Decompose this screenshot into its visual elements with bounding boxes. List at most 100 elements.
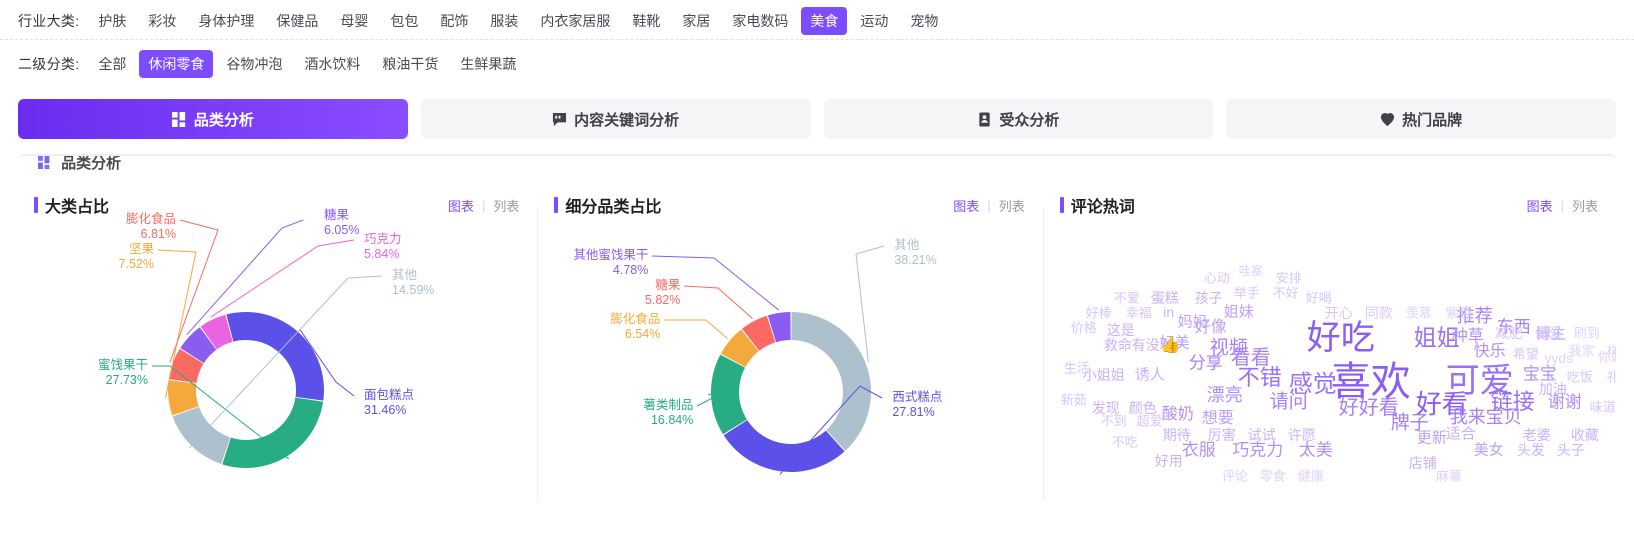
subcategory-chip-all[interactable]: 全部: [89, 50, 135, 78]
subcategory-chip-guwuchongpao[interactable]: 谷物冲泡: [217, 50, 291, 78]
word-cloud-term[interactable]: 请问: [1270, 393, 1308, 412]
word-cloud-term[interactable]: 厉害: [1208, 428, 1236, 442]
word-cloud-term[interactable]: 许愿: [1288, 428, 1316, 442]
industry-chip-shentihuli[interactable]: 身体护理: [189, 7, 263, 35]
word-cloud-term[interactable]: 我来宝贝: [1450, 408, 1522, 426]
industry-chip-hufu[interactable]: 护肤: [89, 7, 135, 35]
word-cloud-term[interactable]: 好棒: [1086, 307, 1112, 320]
word-cloud-term[interactable]: 礼貌: [1607, 371, 1616, 384]
word-cloud-term[interactable]: 希望: [1513, 348, 1539, 361]
word-cloud-term[interactable]: 头发: [1517, 443, 1545, 457]
donut-slice[interactable]: [724, 420, 845, 472]
view-chart-button[interactable]: 图表: [448, 196, 474, 215]
donut-slice[interactable]: [222, 397, 324, 468]
word-cloud-term[interactable]: 分享: [1189, 355, 1223, 372]
word-cloud-term[interactable]: 加油: [1539, 382, 1567, 396]
word-cloud-term[interactable]: 店铺: [1409, 456, 1437, 470]
word-cloud-term[interactable]: 漂亮: [1207, 386, 1243, 404]
word-cloud-term[interactable]: 评论: [1222, 470, 1248, 483]
industry-chip-meishi[interactable]: 美食: [801, 6, 848, 35]
word-cloud-term[interactable]: 快乐: [1474, 344, 1506, 360]
word-cloud-term[interactable]: 同款: [1365, 306, 1393, 320]
word-cloud-term[interactable]: 太美: [1299, 442, 1333, 459]
word-cloud-term[interactable]: 老婆: [1523, 428, 1551, 442]
word-cloud-term[interactable]: 想要: [1202, 411, 1234, 427]
word-cloud-term[interactable]: 最爱: [1535, 326, 1563, 340]
industry-chip-caizhuang[interactable]: 彩妆: [139, 7, 185, 35]
tab-category-analysis[interactable]: 品类分析: [18, 99, 408, 139]
industry-chip-baojianpin[interactable]: 保健品: [267, 7, 327, 35]
word-cloud-term[interactable]: 不好: [1273, 287, 1299, 300]
word-cloud-term[interactable]: 紫色: [1446, 307, 1472, 320]
word-cloud-term[interactable]: in: [1163, 305, 1174, 319]
industry-chip-chongwu[interactable]: 宠物: [901, 7, 947, 35]
word-cloud-term[interactable]: 不爱: [1114, 292, 1140, 305]
industry-chip-muying[interactable]: 母婴: [331, 7, 377, 35]
donut-slice[interactable]: [711, 354, 748, 435]
word-cloud-term[interactable]: 麻薯: [1436, 470, 1462, 483]
word-cloud-term[interactable]: 健康: [1298, 470, 1324, 483]
word-cloud-term[interactable]: 巧克力: [1232, 442, 1283, 459]
industry-chip-yundong[interactable]: 运动: [851, 7, 897, 35]
word-cloud-term[interactable]: 刷到: [1574, 327, 1600, 340]
word-cloud-term[interactable]: 吃饭: [1567, 371, 1593, 384]
subcategory-chip-xiuxianlingshi[interactable]: 休闲零食: [139, 50, 214, 78]
word-cloud-term[interactable]: 开心: [1325, 306, 1353, 320]
tab-content-keyword-analysis[interactable]: 内容关键词分析: [420, 99, 811, 139]
word-cloud-term[interactable]: 味道: [1590, 401, 1616, 414]
word-cloud-term[interactable]: 哇塞: [1239, 265, 1263, 277]
word-cloud-term[interactable]: 举手: [1234, 287, 1260, 300]
word-cloud-term[interactable]: yyds: [1544, 351, 1573, 365]
tab-audience-analysis[interactable]: 受众分析: [823, 99, 1214, 139]
word-cloud-term[interactable]: 好吃: [1307, 321, 1375, 355]
word-cloud-term[interactable]: 价格: [1071, 322, 1097, 335]
word-cloud-term[interactable]: 种草: [1452, 329, 1484, 345]
word-cloud-term[interactable]: 零食: [1260, 470, 1286, 483]
view-list-button[interactable]: 列表: [1572, 196, 1598, 215]
word-cloud-term[interactable]: 收藏: [1571, 428, 1599, 442]
word-cloud-term[interactable]: 喜欢: [1331, 362, 1411, 402]
view-list-button[interactable]: 列表: [999, 196, 1025, 215]
word-cloud-term[interactable]: 蛋糕: [1151, 291, 1179, 305]
word-cloud-term[interactable]: 孩子: [1195, 291, 1223, 305]
subcategory-chip-shengxianguoshu[interactable]: 生鲜果蔬: [451, 50, 525, 78]
word-cloud-term[interactable]: 减肥: [1495, 326, 1523, 340]
word-cloud-term[interactable]: 这是: [1107, 323, 1135, 337]
word-cloud-term[interactable]: 幸福: [1126, 307, 1152, 320]
word-cloud-term[interactable]: 👍: [1161, 338, 1181, 354]
industry-chip-peishi[interactable]: 配饰: [431, 7, 477, 35]
tab-hot-brands[interactable]: 热门品牌: [1226, 99, 1616, 139]
word-cloud-term[interactable]: 酸奶: [1162, 407, 1194, 423]
word-cloud-term[interactable]: 生活: [1064, 362, 1090, 375]
subcategory-chip-jiushuiyinliao[interactable]: 酒水饮料: [295, 50, 369, 78]
industry-chip-baobao[interactable]: 包包: [381, 7, 427, 35]
industry-chip-fuzhuang[interactable]: 服装: [481, 7, 527, 35]
word-cloud-term[interactable]: 超爱: [1137, 415, 1163, 428]
word-cloud-term[interactable]: 好喝: [1306, 292, 1332, 305]
word-cloud-term[interactable]: 不错: [1238, 367, 1282, 389]
word-cloud-term[interactable]: 不吃: [1112, 436, 1138, 449]
word-cloud-term[interactable]: 妈妈: [1178, 315, 1208, 330]
subcategory-chip-liangyouganhuo[interactable]: 粮油干货: [373, 50, 447, 78]
word-cloud-term[interactable]: 不到: [1101, 415, 1127, 428]
industry-chip-neiyijiajufu[interactable]: 内衣家居服: [531, 7, 619, 35]
word-cloud-term[interactable]: 你好: [1598, 351, 1616, 364]
view-list-button[interactable]: 列表: [493, 196, 519, 215]
view-chart-button[interactable]: 图表: [1527, 196, 1553, 215]
view-chart-button[interactable]: 图表: [953, 196, 979, 215]
word-cloud-term[interactable]: 美女: [1474, 443, 1504, 458]
industry-chip-jiaju[interactable]: 家居: [673, 7, 719, 35]
word-cloud-term[interactable]: 羡慕: [1406, 307, 1432, 320]
word-cloud-term[interactable]: 更新: [1417, 431, 1447, 446]
word-cloud-term[interactable]: 衣服: [1182, 442, 1216, 459]
word-cloud-term[interactable]: 头子: [1557, 443, 1585, 457]
word-cloud-term[interactable]: 姐妹: [1224, 305, 1254, 320]
word-cloud-term[interactable]: 试试: [1248, 428, 1276, 442]
word-cloud-term[interactable]: 好用: [1155, 454, 1183, 468]
word-cloud-term[interactable]: 安排: [1276, 272, 1302, 285]
word-cloud-term[interactable]: 诱人: [1135, 368, 1165, 383]
word-cloud-term[interactable]: 宝宝: [1523, 366, 1557, 383]
word-cloud-term[interactable]: 心动: [1204, 272, 1230, 285]
industry-chip-jiadianshuma[interactable]: 家电数码: [723, 7, 797, 35]
word-cloud-term[interactable]: 期待: [1163, 428, 1191, 442]
